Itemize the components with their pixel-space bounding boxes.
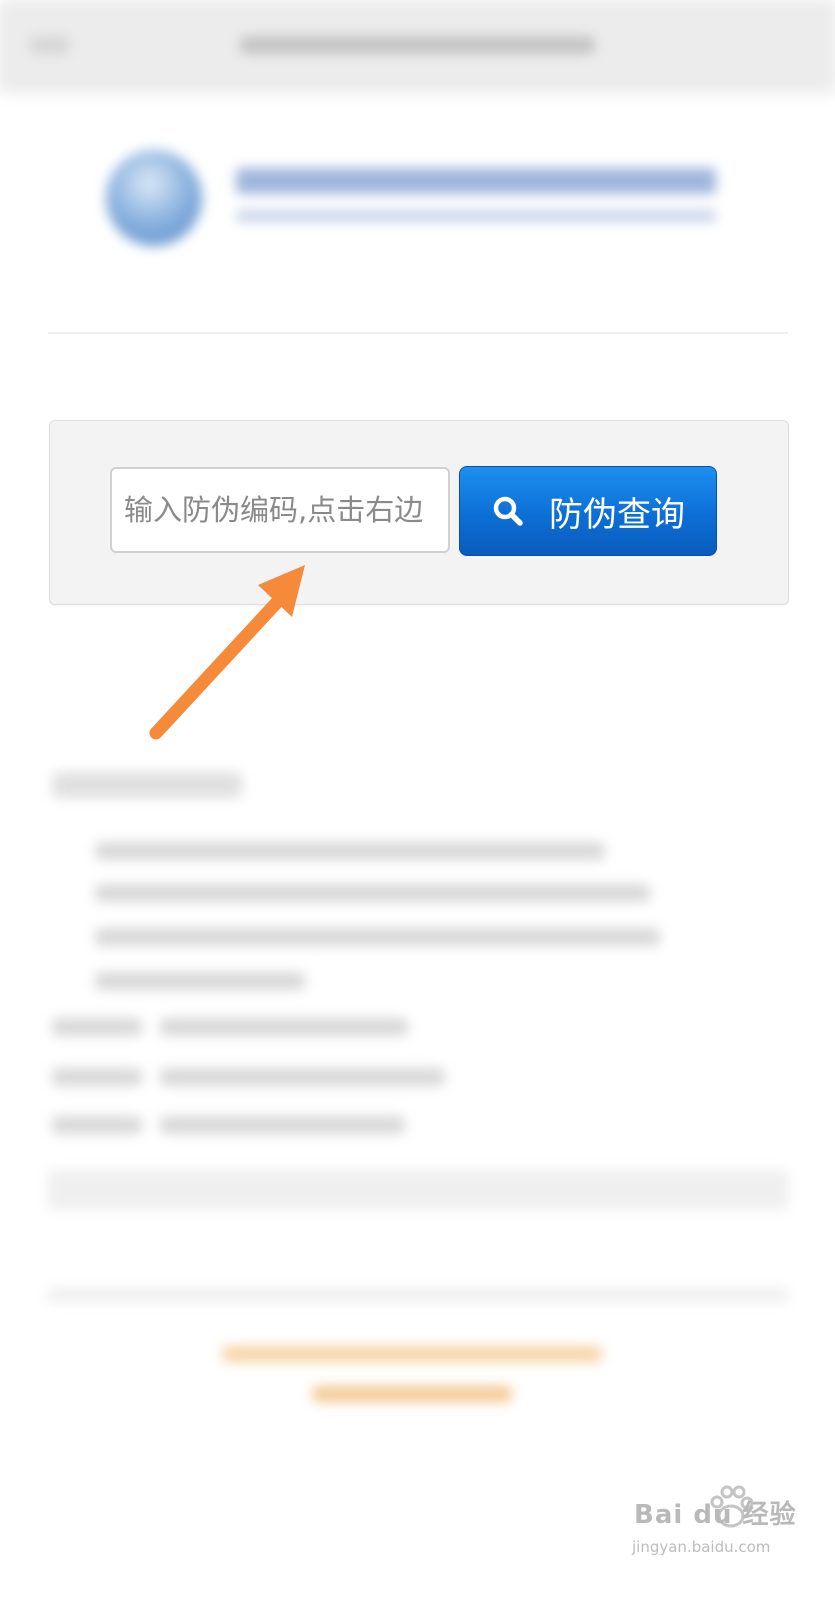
annotation-arrow-icon [149, 565, 305, 740]
divider [48, 332, 788, 334]
logo-subtitle-blurred [236, 210, 716, 222]
top-nav-bar [0, 0, 835, 88]
watermark-url: jingyan.baidu.com [632, 1538, 771, 1556]
footer-notice-blurred [222, 1346, 602, 1362]
content-box-blurred [48, 1170, 788, 1210]
paragraph-line [95, 972, 305, 990]
page-title-blurred [240, 36, 595, 54]
info-label [52, 1018, 142, 1036]
info-value [160, 1068, 445, 1086]
paragraph-line [95, 884, 650, 902]
divider-blurred [48, 1288, 788, 1302]
verify-search-button[interactable]: 防伪查询 [459, 466, 717, 556]
verification-code-input[interactable] [110, 467, 450, 553]
section-heading-blurred [52, 772, 242, 798]
paragraph-line [95, 928, 660, 946]
info-value [160, 1116, 405, 1134]
site-logo [100, 150, 740, 260]
info-label [52, 1116, 142, 1134]
verify-search-button-label: 防伪查询 [549, 494, 685, 535]
paragraph-line [95, 842, 605, 860]
watermark-brand: Bai du 经验 [634, 1500, 797, 1530]
footer-notice-blurred [312, 1386, 512, 1402]
search-icon [493, 496, 523, 526]
globe-logo-icon [106, 150, 202, 246]
logo-title-blurred [236, 168, 716, 194]
back-button-blurred[interactable] [30, 36, 70, 54]
info-label [52, 1068, 142, 1086]
info-value [160, 1018, 408, 1036]
